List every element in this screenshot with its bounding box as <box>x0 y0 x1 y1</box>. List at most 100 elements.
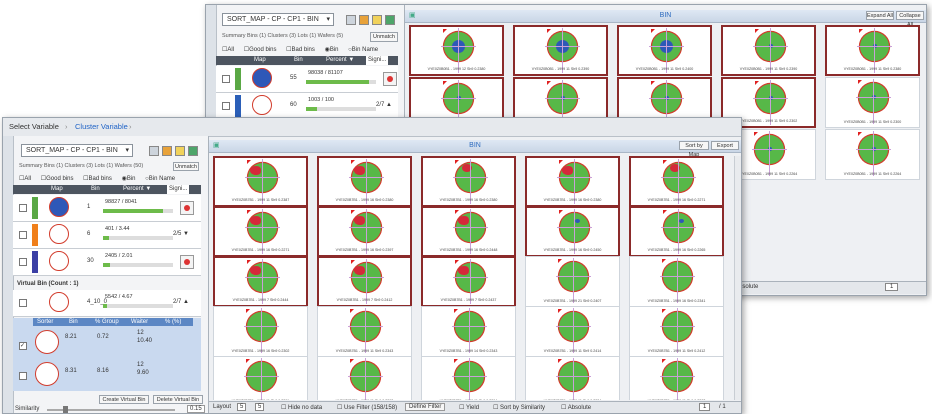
row-checkbox[interactable] <box>19 231 27 239</box>
wafer-tile[interactable]: VYE0Z0B7B1 - 1999 7 Sh9 0.2444 <box>213 256 308 307</box>
similarity-value[interactable]: 0.15 <box>187 405 205 413</box>
front-sort-button[interactable]: Sort by Map <box>679 141 709 158</box>
option-good-bins[interactable]: ☐Good bins <box>41 176 74 182</box>
breadcrumb-select-variable[interactable]: Select Variable <box>9 122 59 131</box>
option-bin-name[interactable]: ○Bin Name <box>348 47 378 53</box>
wafer-tile[interactable]: VYE0Z0B7B1 - 1999 16 Sh9 0.2271 <box>629 156 724 207</box>
wafer-tile[interactable]: VYE0Z0B0B1 - 1999 11 Sh9 0.2400 <box>617 25 712 76</box>
virtual-bin-row[interactable]: 4_10_0 5542 / 4.67 2/7 ▲ <box>13 290 201 317</box>
palette-icon[interactable] <box>359 15 369 25</box>
option-bad-bins[interactable]: ☐Bad bins <box>83 176 112 182</box>
wafer-tile[interactable]: VYE0Z0B0B1 - 1999 11 Sh9 0.2264 <box>825 129 920 180</box>
wafer-tile[interactable]: VYE0Z0B0B1 - 1999 11 Sh9 0.2390 <box>721 25 816 76</box>
folder-icon[interactable] <box>372 15 382 25</box>
row-checkbox[interactable] <box>19 204 27 212</box>
use-filter-checkbox[interactable]: ☐ Use Filter (158/158) <box>337 404 397 411</box>
wafer-tile[interactable]: VYE0Z0B7B1 - 1999 16 Sh9 0.2265 <box>629 206 724 257</box>
wafer-tile[interactable]: VYE0Z0B7B1 - 1999 11 Sh9 0.2324 <box>525 356 620 400</box>
option-all[interactable]: ☐All <box>222 47 234 53</box>
header-signif[interactable]: Signi... <box>167 185 190 194</box>
wafer-tile[interactable]: VYE0Z0B7B1 - 1999 11 Sh9 0.2414 <box>525 306 620 357</box>
signature-icon[interactable] <box>180 255 194 269</box>
wafer-tile[interactable]: VYE0Z0B0B1 - 1999 11 Sh9 0.2390 <box>513 25 608 76</box>
wafer-tile[interactable]: VYE0Z0B7B1 - 1999 16 Sh9 0.2448 <box>421 206 516 257</box>
bin-page-indicator[interactable]: 2/5 ▼ <box>173 231 189 237</box>
wafer-tile[interactable]: VYE0Z0B7B1 - 1999 16 Sh9 0.2450 <box>525 206 620 257</box>
back-bin-row-2[interactable]: 60 1003 / 100 2/7 ▲ <box>216 93 398 120</box>
wafer-label: VYE0Z0B0B1 - 1999 12 Sh9 0.2380 <box>427 67 486 71</box>
front-grid-scrollbar[interactable] <box>734 156 741 400</box>
detail-checkbox[interactable]: ✓ <box>19 342 27 350</box>
signature-icon[interactable] <box>383 72 397 86</box>
settings-icon[interactable] <box>149 146 159 156</box>
detail-checkbox[interactable] <box>19 372 27 380</box>
row-checkbox[interactable] <box>19 258 27 266</box>
wafer-tile[interactable]: VYE0Z0B7B1 - 1999 11 Sh9 0.2412 <box>629 306 724 357</box>
front-page-select[interactable]: 1 <box>699 403 711 411</box>
back-variable-dropdown[interactable]: SORT_MAP - CP - CP1 - BIN ▾ <box>222 13 334 26</box>
create-virtual-bin-button[interactable]: Create Virtual Bin <box>99 395 149 404</box>
wafer-tile[interactable]: VYE0Z0B7B1 - 1999 11 Sh9 0.2343 <box>317 306 412 357</box>
palette-icon[interactable] <box>162 146 172 156</box>
absolute-checkbox[interactable]: ☐ Absolute <box>561 404 591 411</box>
signature-icon[interactable] <box>180 201 194 215</box>
option-bin[interactable]: ◉Bin <box>325 47 339 53</box>
wafer-tile[interactable]: VYE0Z0B7B1 - 1999 16 Sh9 0.2271 <box>213 206 308 257</box>
wafer-tile[interactable]: VYE0Z0B7B1 - 1999 7 Sh9 0.2437 <box>421 256 516 307</box>
bin-page-indicator[interactable]: 2/7 ▲ <box>376 102 392 108</box>
folder-icon[interactable] <box>175 146 185 156</box>
define-filter-button[interactable]: Define Filter <box>405 403 446 411</box>
wafer-tile[interactable]: VYE0Z0B7B1 - 1999 11 Sh9 0.2302 <box>317 356 412 400</box>
front-variable-dropdown[interactable]: SORT_MAP - CP - CP1 - BIN ▾ <box>21 144 133 157</box>
header-percent[interactable]: Percent ▼ <box>123 185 151 194</box>
delete-virtual-bin-button[interactable]: Delete Virtual Bin <box>153 395 203 404</box>
bin-page-indicator[interactable]: 2/7 ▲ <box>173 299 189 305</box>
wafer-tile[interactable]: VYE0Z0B7B1 - 1999 16 Sh9 0.2302 <box>213 306 308 357</box>
wafer-tile[interactable]: VYE0Z0B7B1 - 1999 11 Sh9 0.2287 <box>629 356 724 400</box>
header-signif[interactable]: Signi... <box>366 56 389 65</box>
row-checkbox[interactable] <box>222 75 230 83</box>
wafer-tile[interactable]: VYE0Z0B7B1 - 1999 16 Sh9 0.2380 <box>525 156 620 207</box>
layout-cols-spinner[interactable]: 5 <box>237 403 247 411</box>
wafer-tile[interactable]: VYE0Z0B0B1 - 1999 12 Sh9 0.2380 <box>409 25 504 76</box>
sort-by-similarity-checkbox[interactable]: ☐ Sort by Similarity <box>493 404 545 411</box>
front-bin-row-3[interactable]: 30 2405 / 2.01 <box>13 249 201 276</box>
wafer-tile[interactable]: VYE0Z0B7B1 - 1999 11 Sh9 0.2387 <box>213 156 308 207</box>
option-bin[interactable]: ◉Bin <box>122 176 136 182</box>
row-checkbox[interactable] <box>19 299 27 307</box>
wafer-tile[interactable]: VYE0Z0B7B1 - 1999 14 Sh9 0.2343 <box>421 306 516 357</box>
wafer-tile[interactable]: VYE0Z0B7B1 - 1999 16 Sh9 0.2341 <box>629 256 724 307</box>
yield-checkbox[interactable]: ☐ Yield <box>459 404 479 411</box>
front-export-button[interactable]: Export <box>711 141 739 150</box>
row-checkbox[interactable] <box>222 102 230 110</box>
export-icon[interactable] <box>385 15 395 25</box>
wafer-tile[interactable]: VYE0Z0B7B1 - 1999 7 Sh9 0.2412 <box>317 256 412 307</box>
back-expand-button[interactable]: Expand All <box>866 11 894 20</box>
front-bin-row-1[interactable]: 1 98827 / 8041 <box>13 195 201 222</box>
option-bin-name[interactable]: ○Bin Name <box>145 176 175 182</box>
back-unmatch-button[interactable]: Unmatch <box>370 32 398 42</box>
back-bin-row-1[interactable]: 55 98038 / 81107 <box>216 66 398 93</box>
wafer-tile[interactable]: VYE0Z0B7B1 - 1999 16 Sh9 0.2380 <box>421 156 516 207</box>
option-bad-bins[interactable]: ☐Bad bins <box>286 47 315 53</box>
wafer-tile[interactable]: VYE0Z0B0B1 - 1999 11 Sh9 0.2300 <box>825 77 920 128</box>
wafer-tile[interactable]: VYE0Z0B7B1 - 1999 21 Sh9 0.2407 <box>525 256 620 307</box>
front-bin-row-2[interactable]: 6 401 / 3.44 2/5 ▼ <box>13 222 201 249</box>
option-good-bins[interactable]: ☐Good bins <box>244 47 277 53</box>
settings-icon[interactable] <box>346 15 356 25</box>
header-percent[interactable]: Percent ▼ <box>326 56 354 65</box>
wafer-tile[interactable]: VYE0Z0B7B1 - 1999 11 Sh9 0.2301 <box>213 356 308 400</box>
breadcrumb-cluster-variable[interactable]: Cluster Variable <box>75 122 128 131</box>
back-page-select[interactable]: 1 <box>885 283 899 291</box>
front-unmatch-button[interactable]: Unmatch <box>173 162 199 171</box>
layout-rows-spinner[interactable]: 5 <box>255 403 265 411</box>
hide-no-data-checkbox[interactable]: ☐ Hide no data <box>281 404 322 411</box>
back-collapse-button[interactable]: Collapse All <box>896 11 924 28</box>
export-icon[interactable] <box>188 146 198 156</box>
wafer-tile[interactable]: VYE0Z0B7B1 - 1999 11 Sh9 0.2304 <box>421 356 516 400</box>
wafer-tile[interactable]: VYE0Z0B0B1 - 1999 11 Sh9 0.2380 <box>825 25 920 76</box>
wafer-tile[interactable]: VYE0Z0B7B1 - 1999 16 Sh9 0.2397 <box>317 206 412 257</box>
option-all[interactable]: ☐All <box>19 176 31 182</box>
similarity-slider-handle[interactable] <box>63 406 68 413</box>
wafer-tile[interactable]: VYE0Z0B7B1 - 1999 16 Sh9 0.2380 <box>317 156 412 207</box>
